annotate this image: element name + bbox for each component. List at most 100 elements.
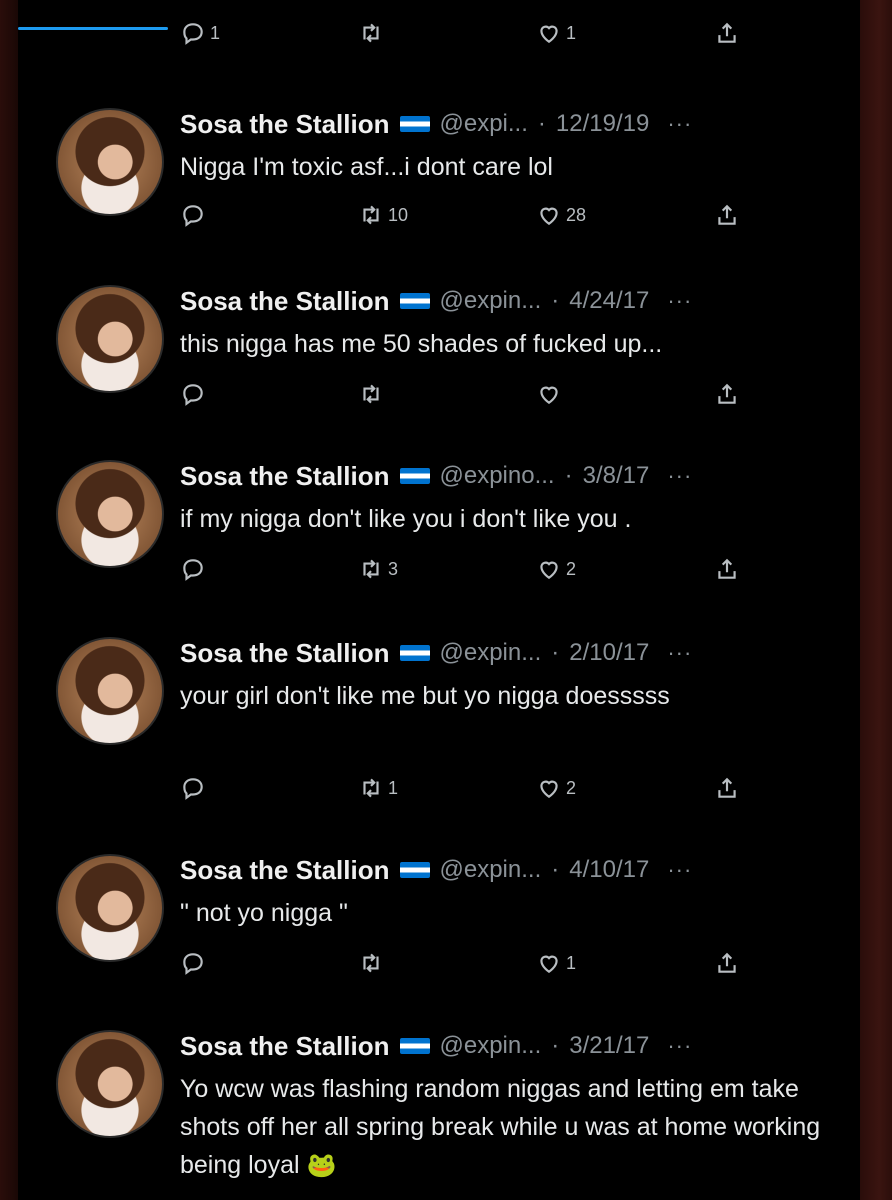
retweet-icon bbox=[363, 953, 379, 973]
display-name[interactable]: Sosa the Stallion bbox=[180, 461, 390, 492]
separator: · bbox=[551, 856, 560, 883]
tweet-text-body: Yo wcw was flashing random niggas and le… bbox=[180, 1075, 821, 1179]
avatar[interactable] bbox=[56, 637, 164, 745]
tweet-text: " not yo nigga " bbox=[180, 899, 348, 927]
separator: · bbox=[551, 639, 560, 666]
share-icon bbox=[718, 558, 736, 579]
tweet-actions bbox=[180, 377, 740, 411]
like-button[interactable]: 2 bbox=[536, 556, 646, 582]
reply-button[interactable] bbox=[180, 775, 290, 801]
like-count: 1 bbox=[566, 952, 577, 973]
share-icon bbox=[718, 204, 736, 225]
reply-icon bbox=[183, 559, 203, 581]
tweet-header: Sosa the Stallion @expin... · 4/24/17 ··… bbox=[180, 285, 692, 317]
more-icon[interactable]: ··· bbox=[667, 1033, 692, 1059]
reply-button[interactable] bbox=[180, 202, 290, 228]
share-button[interactable] bbox=[714, 20, 740, 46]
retweet-icon bbox=[363, 205, 379, 225]
retweet-button[interactable]: 3 bbox=[358, 556, 468, 582]
retweet-button[interactable] bbox=[358, 381, 468, 407]
retweet-count: 1 bbox=[388, 777, 399, 798]
share-button[interactable] bbox=[714, 202, 740, 228]
more-icon[interactable]: ··· bbox=[667, 463, 692, 489]
avatar[interactable] bbox=[56, 460, 164, 568]
tweet-date[interactable]: 12/19/19 bbox=[556, 110, 649, 138]
user-handle[interactable]: @expin... bbox=[440, 287, 542, 315]
tweet-header: Sosa the Stallion @expino... · 3/8/17 ··… bbox=[180, 460, 692, 492]
display-name[interactable]: Sosa the Stallion bbox=[180, 286, 390, 317]
like-button[interactable]: 2 bbox=[536, 775, 646, 801]
tweet-header: Sosa the Stallion @expin... · 4/10/17 ··… bbox=[180, 854, 692, 886]
retweet-icon bbox=[363, 559, 379, 579]
separator: · bbox=[564, 462, 573, 489]
share-icon bbox=[718, 952, 736, 973]
retweet-count: 10 bbox=[388, 204, 409, 225]
share-button[interactable] bbox=[714, 775, 740, 801]
more-icon[interactable]: ··· bbox=[667, 111, 692, 137]
flag-icon bbox=[399, 293, 430, 309]
reply-count: 1 bbox=[210, 22, 221, 43]
retweet-icon bbox=[363, 778, 379, 798]
like-icon bbox=[540, 561, 558, 579]
reply-icon bbox=[183, 384, 203, 406]
tweet-text: this nigga has me 50 shades of fucked up… bbox=[180, 330, 663, 358]
more-icon[interactable]: ··· bbox=[667, 640, 692, 666]
separator: · bbox=[551, 1032, 560, 1059]
tweet-date[interactable]: 2/10/17 bbox=[569, 639, 649, 667]
more-icon[interactable]: ··· bbox=[667, 857, 692, 883]
tweet-date[interactable]: 3/8/17 bbox=[583, 462, 650, 490]
retweet-button[interactable]: 10 bbox=[358, 202, 468, 228]
user-handle[interactable]: @expino... bbox=[440, 462, 555, 490]
tweet-actions: 10 28 bbox=[180, 198, 740, 232]
avatar[interactable] bbox=[56, 108, 164, 216]
user-handle[interactable]: @expi... bbox=[440, 110, 528, 138]
like-button[interactable]: 1 bbox=[536, 950, 646, 976]
retweet-button[interactable] bbox=[358, 950, 468, 976]
like-icon bbox=[540, 955, 558, 973]
reply-icon bbox=[183, 778, 203, 800]
share-button[interactable] bbox=[714, 556, 740, 582]
flag-icon bbox=[399, 116, 430, 132]
like-button[interactable]: 1 bbox=[536, 20, 646, 46]
retweet-button[interactable]: 1 bbox=[358, 775, 468, 801]
tweet-text: Yo wcw was flashing random niggas and le… bbox=[180, 1070, 840, 1185]
retweet-icon bbox=[363, 384, 379, 404]
user-handle[interactable]: @expin... bbox=[440, 856, 542, 884]
reply-button[interactable] bbox=[180, 950, 290, 976]
like-icon bbox=[540, 386, 558, 404]
user-handle[interactable]: @expin... bbox=[440, 1032, 542, 1060]
tweet-text: Nigga I'm toxic asf...i dont care lol bbox=[180, 153, 553, 181]
share-button[interactable] bbox=[714, 950, 740, 976]
reply-button[interactable] bbox=[180, 381, 290, 407]
more-icon[interactable]: ··· bbox=[667, 288, 692, 314]
display-name[interactable]: Sosa the Stallion bbox=[180, 109, 390, 140]
tweet-date[interactable]: 3/21/17 bbox=[569, 1032, 649, 1060]
avatar[interactable] bbox=[56, 854, 164, 962]
share-icon bbox=[718, 777, 736, 798]
reply-button[interactable]: 1 bbox=[180, 20, 290, 46]
frog-emoji: 🐸 bbox=[306, 1152, 337, 1179]
active-tab-indicator bbox=[18, 27, 168, 30]
retweet-count: 3 bbox=[388, 558, 399, 579]
reply-icon bbox=[183, 205, 203, 227]
display-name[interactable]: Sosa the Stallion bbox=[180, 1031, 390, 1062]
flag-icon bbox=[399, 645, 430, 661]
share-icon bbox=[718, 22, 736, 43]
user-handle[interactable]: @expin... bbox=[440, 639, 542, 667]
retweet-button[interactable] bbox=[358, 20, 468, 46]
avatar[interactable] bbox=[56, 285, 164, 393]
display-name[interactable]: Sosa the Stallion bbox=[180, 855, 390, 886]
reply-icon bbox=[183, 23, 203, 45]
separator: · bbox=[537, 110, 546, 137]
avatar[interactable] bbox=[56, 1030, 164, 1138]
display-name[interactable]: Sosa the Stallion bbox=[180, 638, 390, 669]
like-button[interactable] bbox=[536, 381, 646, 407]
tweet-date[interactable]: 4/10/17 bbox=[569, 856, 649, 884]
share-button[interactable] bbox=[714, 381, 740, 407]
tweet-actions: 3 2 bbox=[180, 552, 740, 586]
share-icon bbox=[718, 383, 736, 404]
like-button[interactable]: 28 bbox=[536, 202, 646, 228]
tweet-date[interactable]: 4/24/17 bbox=[569, 287, 649, 315]
reply-icon bbox=[183, 953, 203, 975]
reply-button[interactable] bbox=[180, 556, 290, 582]
